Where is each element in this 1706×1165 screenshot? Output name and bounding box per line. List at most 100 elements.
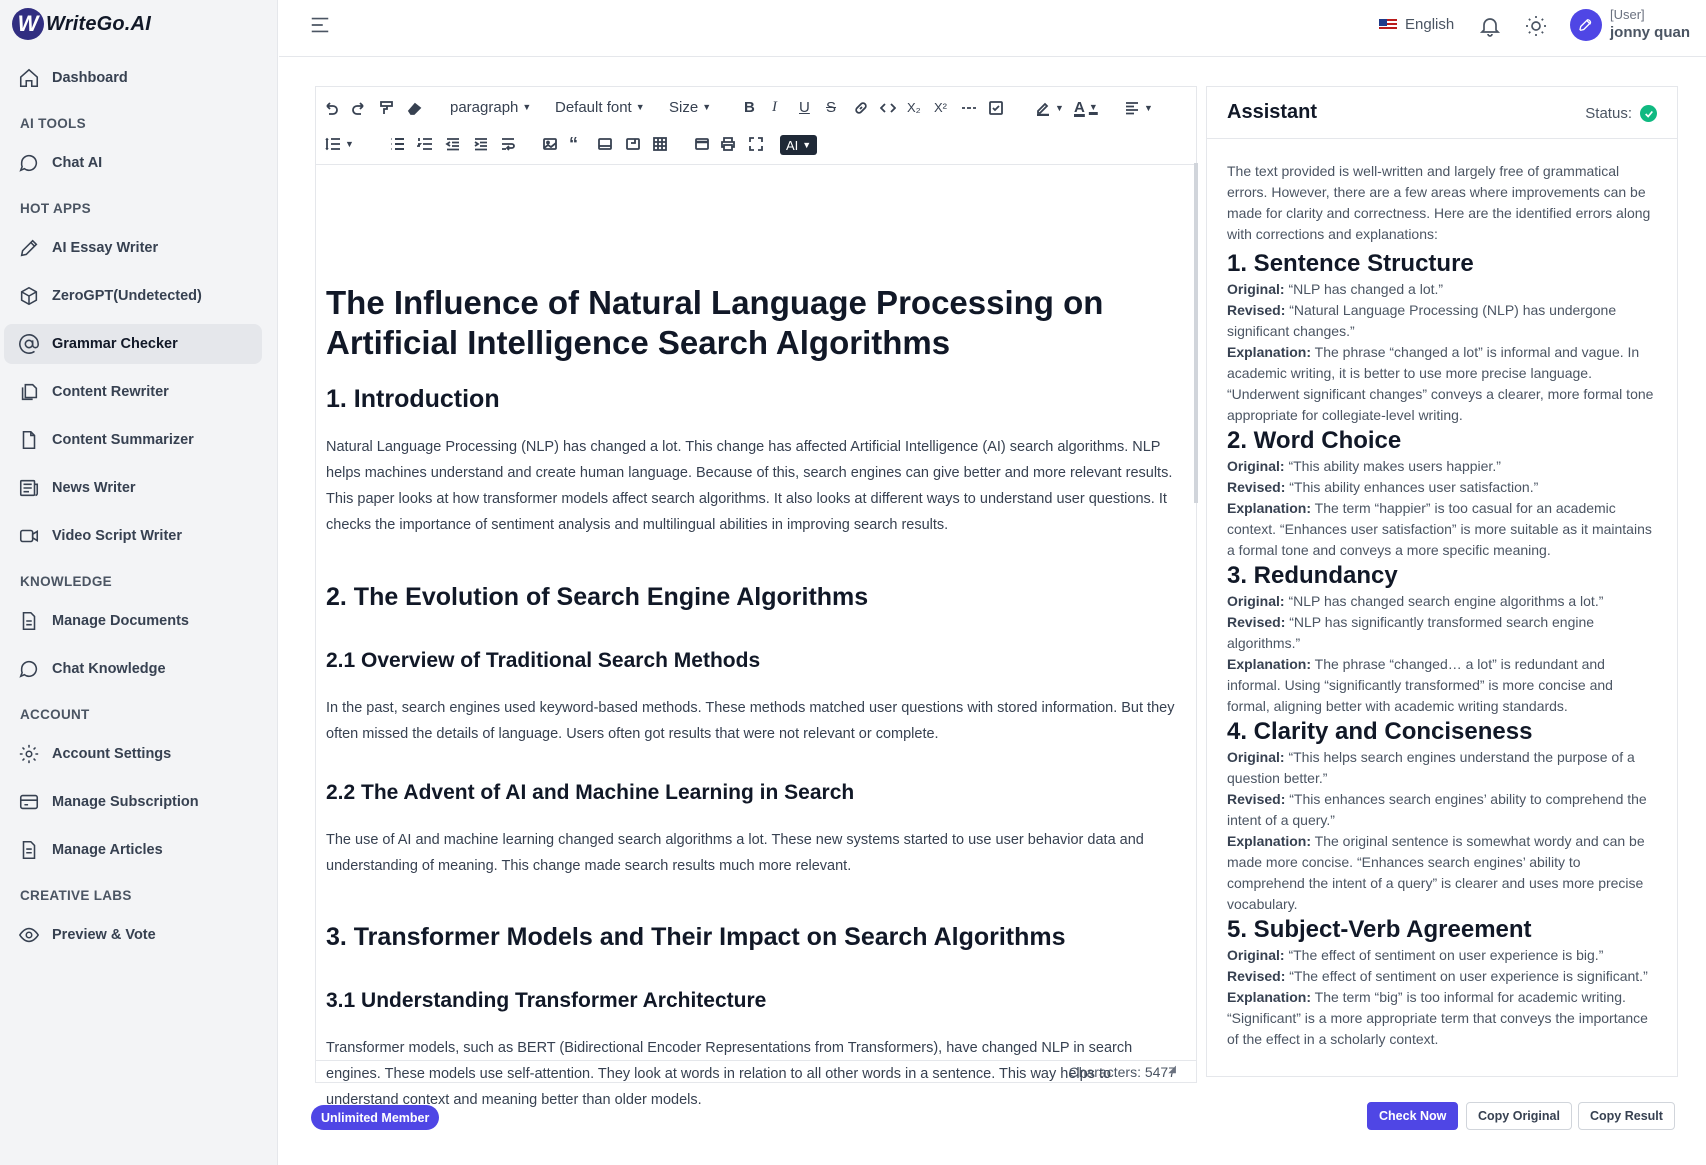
sidebar-item-dashboard[interactable]: Dashboard <box>4 58 262 98</box>
align-dropdown[interactable]: ▼ <box>1124 98 1153 118</box>
sidebar-item-manage-documents[interactable]: Manage Documents <box>4 601 262 641</box>
correction-revised: Revised: “This enhances search engines’ … <box>1227 789 1659 831</box>
home-icon <box>19 68 39 88</box>
bullet-list-button[interactable] <box>389 134 405 154</box>
video-camera-icon <box>19 529 39 543</box>
sidebar-item-label: Manage Documents <box>52 613 189 629</box>
original-text: “NLP has changed search engine algorithm… <box>1288 593 1604 609</box>
redo-button[interactable] <box>351 98 367 118</box>
document-title: The Influence of Natural Language Proces… <box>326 284 1104 361</box>
explanation-label: Explanation: <box>1227 833 1312 849</box>
print-button[interactable] <box>720 134 736 154</box>
bold-icon: B <box>744 98 755 116</box>
font-dropdown[interactable]: Default font ▼ <box>555 97 645 117</box>
undo-button[interactable] <box>323 98 339 118</box>
sun-icon[interactable] <box>1524 14 1548 38</box>
underline-button[interactable]: U <box>799 97 810 117</box>
strikethrough-button[interactable]: S <box>826 97 836 117</box>
revised-text: “This enhances search engines’ ability t… <box>1227 791 1647 828</box>
pencil-icon <box>20 239 38 257</box>
line-height-dropdown[interactable]: ▼ <box>325 134 354 154</box>
explanation-label: Explanation: <box>1227 344 1312 360</box>
subscript-button[interactable]: X₂ <box>907 97 921 117</box>
italic-button[interactable]: I <box>772 97 777 117</box>
ai-dropdown[interactable]: AI ▼ <box>780 135 818 155</box>
image-icon <box>543 138 557 150</box>
documents-icon <box>21 383 38 401</box>
sidebar-item-chat-ai[interactable]: Chat AI <box>4 143 262 183</box>
redo-icon <box>352 102 364 115</box>
copy-original-button[interactable]: Copy Original <box>1466 1102 1572 1130</box>
language-selector[interactable]: English <box>1379 16 1454 33</box>
horizontal-rule-button[interactable] <box>961 98 977 118</box>
brand-logo[interactable]: W WriteGo.AI <box>12 8 151 40</box>
checklist-button[interactable] <box>988 98 1004 118</box>
sidebar-item-content-rewriter[interactable]: Content Rewriter <box>4 372 262 412</box>
superscript-button[interactable]: X² <box>934 97 947 117</box>
membership-badge: Unlimited Member <box>311 1105 440 1130</box>
section-knowledge: KNOWLEDGE <box>20 574 112 589</box>
sidebar-item-news-writer[interactable]: News Writer <box>4 468 262 508</box>
table-button[interactable] <box>652 134 668 154</box>
outdent-button[interactable] <box>445 134 461 154</box>
correction-revised: Revised: “The effect of sentiment on use… <box>1227 966 1659 987</box>
assistant-status: Status: <box>1585 105 1657 122</box>
sidebar-item-label: Video Script Writer <box>52 528 182 544</box>
block-icon <box>626 138 640 150</box>
font-color-button[interactable]: A ▼ <box>1074 97 1098 117</box>
check-now-button[interactable]: Check Now <box>1367 1102 1459 1130</box>
check-circle-icon <box>1640 105 1657 122</box>
code-button[interactable] <box>880 98 896 118</box>
sidebar-item-label: Grammar Checker <box>52 336 178 352</box>
sidebar-item-label: ZeroGPT(Undetected) <box>52 288 202 304</box>
sidebar-item-label: AI Essay Writer <box>52 240 159 256</box>
menu-icon[interactable] <box>309 14 331 36</box>
correction-heading: 5. Subject-Verb Agreement <box>1227 916 1532 943</box>
correction-explanation: Explanation: The term “happier” is too c… <box>1227 498 1659 561</box>
format-painter-button[interactable] <box>379 98 395 118</box>
editor-scrollbar[interactable] <box>1194 163 1198 503</box>
block-button[interactable] <box>625 134 641 154</box>
correction-original: Original: “NLP has changed a lot.” <box>1227 279 1659 300</box>
fullscreen-button[interactable] <box>748 134 764 154</box>
resize-handle-icon[interactable]: ◢ <box>1168 1064 1176 1080</box>
sidebar-item-video-script-writer[interactable]: Video Script Writer <box>4 516 262 556</box>
link-button[interactable] <box>853 98 869 118</box>
sidebar-item-label: Preview & Vote <box>52 927 156 943</box>
bell-icon[interactable] <box>1478 14 1502 38</box>
paragraph-dropdown[interactable]: paragraph ▼ <box>450 97 531 117</box>
sidebar-item-label: Chat Knowledge <box>52 661 166 677</box>
bold-button[interactable]: B <box>744 97 755 117</box>
preview-button[interactable] <box>694 134 710 154</box>
line-height-icon <box>325 137 340 151</box>
language-label: English <box>1405 16 1455 33</box>
sidebar-item-content-summarizer[interactable]: Content Summarizer <box>4 420 262 460</box>
sidebar-item-grammar-checker[interactable]: Grammar Checker <box>4 324 262 364</box>
sidebar-item-manage-subscription[interactable]: Manage Subscription <box>4 782 262 822</box>
size-dropdown[interactable]: Size ▼ <box>669 97 711 117</box>
avatar[interactable] <box>1570 9 1602 41</box>
sidebar-item-preview-vote[interactable]: Preview & Vote <box>4 915 262 955</box>
correction-revised: Revised: “NLP has significantly transfor… <box>1227 612 1659 654</box>
embed-button[interactable] <box>597 134 613 154</box>
numbered-list-button[interactable] <box>417 134 433 154</box>
assistant-panel: Assistant Status: The text provided is w… <box>1206 86 1678 1077</box>
correction-revised: Revised: “Natural Language Processing (N… <box>1227 300 1659 342</box>
wrap-button[interactable] <box>500 134 516 154</box>
sidebar-item-essay-writer[interactable]: AI Essay Writer <box>4 228 262 268</box>
revised-label: Revised: <box>1227 968 1286 984</box>
image-button[interactable] <box>542 134 558 154</box>
indent-button[interactable] <box>473 134 489 154</box>
embed-icon <box>598 138 612 150</box>
copy-result-button[interactable]: Copy Result <box>1578 1102 1675 1130</box>
assistant-results: The text provided is well-written and la… <box>1227 161 1659 1050</box>
user-name[interactable]: jonny quan <box>1610 24 1690 41</box>
sidebar-item-chat-knowledge[interactable]: Chat Knowledge <box>4 649 262 689</box>
sidebar-item-account-settings[interactable]: Account Settings <box>4 734 262 774</box>
highlight-color-button[interactable]: ▼ <box>1035 98 1064 118</box>
sidebar-item-zerogpt[interactable]: ZeroGPT(Undetected) <box>4 276 262 316</box>
clear-format-button[interactable] <box>406 98 422 118</box>
correction-revised: Revised: “This ability enhances user sat… <box>1227 477 1659 498</box>
sidebar-item-manage-articles[interactable]: Manage Articles <box>4 830 262 870</box>
quote-button[interactable]: “ <box>569 134 578 154</box>
